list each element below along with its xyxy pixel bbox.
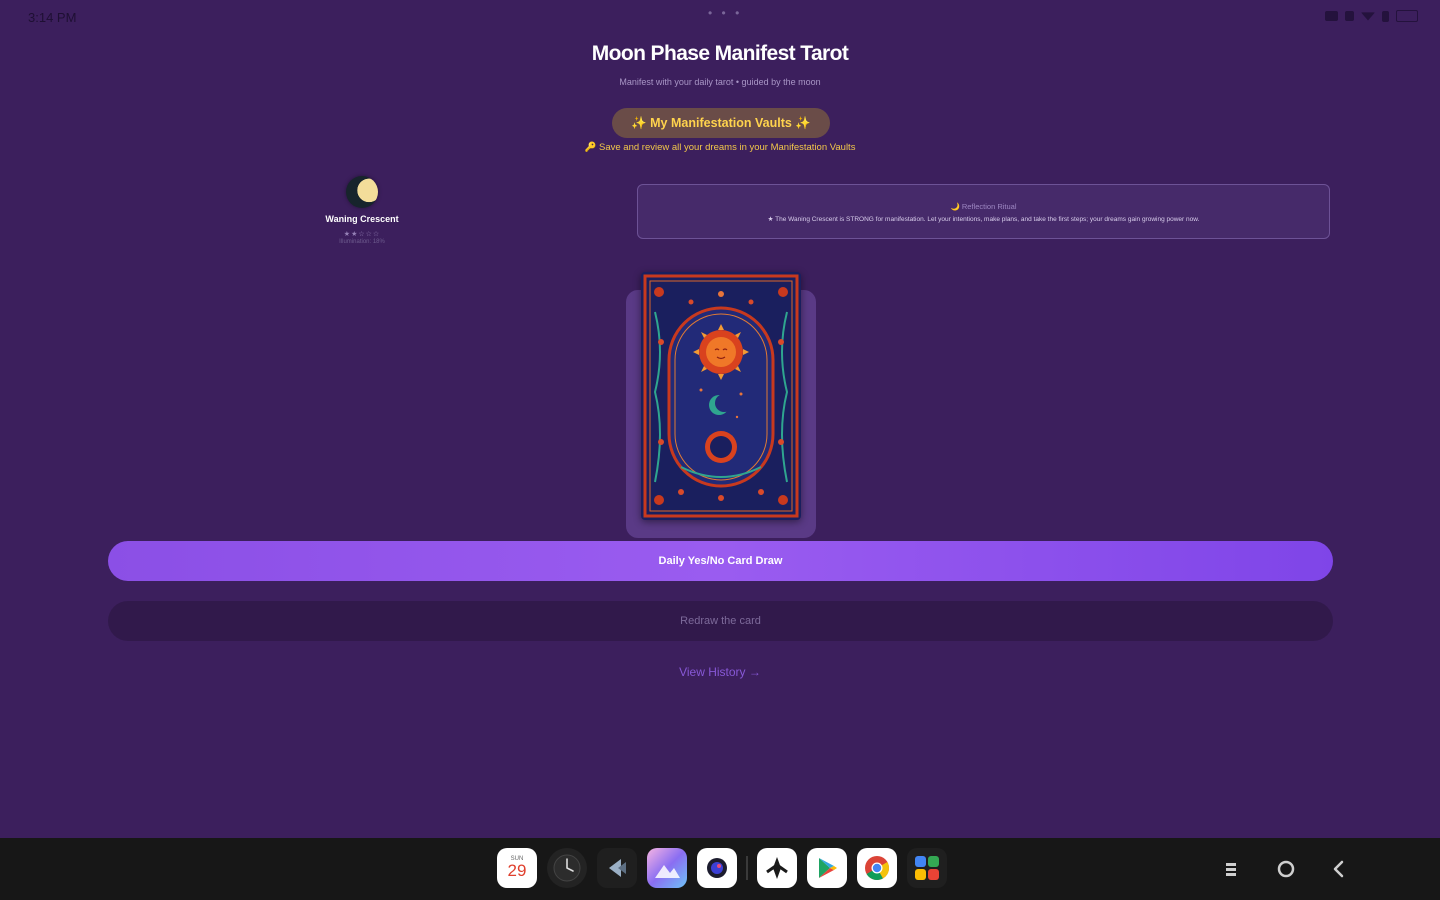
moon-icon (346, 176, 378, 208)
notification-icon (1325, 11, 1338, 21)
camera-app-icon[interactable] (697, 848, 737, 888)
home-icon[interactable] (1273, 856, 1299, 882)
all-apps-icon[interactable] (907, 848, 947, 888)
chrome-icon[interactable] (857, 848, 897, 888)
tarot-card[interactable] (641, 272, 801, 520)
status-time: 3:14 PM (28, 10, 77, 25)
window-menu-dots[interactable]: • • • (708, 6, 742, 20)
recents-icon[interactable] (1218, 856, 1244, 882)
reflection-ritual-box: 🌙 Reflection Ritual ★ The Waning Crescen… (637, 184, 1330, 239)
battery-icon (1396, 10, 1418, 22)
moon-phase-widget: Waning Crescent ★★☆☆☆ Illumination: 18% (300, 174, 424, 245)
vault-hint: 🔑 Save and review all your dreams in you… (584, 142, 856, 153)
app-title: Moon Phase Manifest Tarot (591, 42, 849, 65)
dock-separator (746, 856, 748, 880)
app-dock: SUN 29 (497, 848, 957, 888)
moon-illumination: Illumination: 18% (339, 239, 385, 245)
back-icon[interactable] (1326, 856, 1352, 882)
moon-phase-name: Waning Crescent (325, 214, 399, 224)
play-store-icon[interactable] (807, 848, 847, 888)
daily-draw-button[interactable]: Daily Yes/No Card Draw (108, 541, 1333, 581)
wifi-icon (1361, 12, 1375, 21)
manifestation-vaults-button[interactable]: ✨ My Manifestation Vaults ✨ (612, 108, 830, 138)
calendar-app-icon[interactable]: SUN 29 (497, 848, 537, 888)
moon-rating: ★★☆☆☆ (343, 231, 381, 238)
app-screen: 3:14 PM • • • Moon Phase Manifest Tarot … (0, 0, 1440, 900)
reflection-title: 🌙 Reflection Ritual (950, 202, 1017, 211)
calendar-day: 29 (507, 860, 527, 880)
notification-icon (1345, 11, 1354, 21)
bluetooth-icon (1382, 10, 1389, 22)
view-history-link[interactable]: View History → (0, 665, 1440, 679)
redraw-button[interactable]: Redraw the card (108, 601, 1333, 641)
tips-app-icon[interactable] (757, 848, 797, 888)
status-bar: 3:14 PM • • • (0, 0, 1440, 34)
app-subtitle: Manifest with your daily tarot • guided … (619, 77, 821, 87)
status-icons (1325, 10, 1418, 22)
taskbar: SUN 29 (0, 838, 1440, 900)
tarot-card-art (641, 272, 801, 520)
reflection-text: ★ The Waning Crescent is STRONG for mani… (767, 216, 1200, 223)
files-app-icon[interactable] (597, 848, 637, 888)
clock-app-icon[interactable] (547, 848, 587, 888)
gallery-app-icon[interactable] (647, 848, 687, 888)
